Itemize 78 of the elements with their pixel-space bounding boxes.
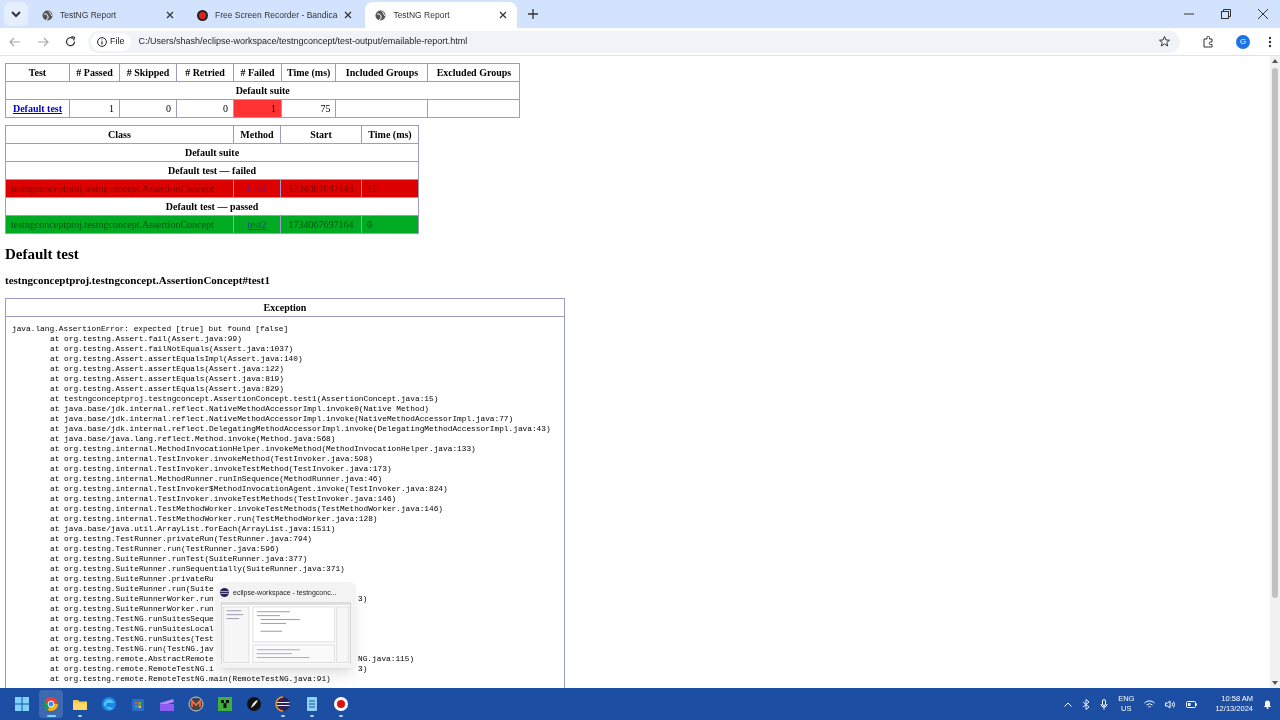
bookmark-star-icon[interactable] — [1159, 36, 1170, 47]
record-icon — [197, 9, 208, 21]
tab-title: Free Screen Recorder - Bandica — [215, 8, 338, 22]
eclipse-icon — [220, 588, 229, 598]
running-indicator — [281, 715, 285, 717]
wifi-icon[interactable] — [1144, 699, 1156, 709]
close-icon[interactable] — [166, 11, 174, 19]
pixel-face-icon — [216, 695, 234, 713]
quill-icon — [245, 695, 263, 713]
record-icon — [332, 695, 350, 713]
running-indicator — [78, 715, 82, 717]
table-cell: 0 — [176, 99, 234, 118]
table-cell: testngconceptproj.testngconcept.AssertionConcept — [5, 179, 234, 198]
column-header: Test — [5, 63, 70, 82]
column-header: # Passed — [69, 63, 120, 82]
table-cell: 1734067697164 — [280, 215, 362, 234]
column-header: # Skipped — [119, 63, 177, 82]
close-icon[interactable] — [499, 11, 508, 19]
speaker-icon[interactable] — [1165, 699, 1177, 709]
column-header: Time (ms) — [281, 63, 336, 82]
suite-header: Default suite — [5, 143, 419, 162]
browser-tab[interactable]: TestNG Report — [365, 2, 518, 28]
new-tab-icon[interactable] — [528, 9, 539, 19]
close-icon[interactable] — [344, 11, 353, 19]
column-header: Excluded Groups — [427, 63, 520, 82]
address-bar[interactable]: File C:/Users/shash/eclipse-workspace/testngconcept/test-output/emailable-report.html — [88, 30, 1180, 53]
profile-avatar[interactable]: G — [1236, 34, 1250, 49]
table-cell: 75 — [281, 99, 336, 118]
chevron-up-icon[interactable] — [1064, 701, 1073, 707]
table-cell: 1734067697143 — [280, 179, 362, 198]
section-heading: Default test — [5, 245, 80, 264]
browser-tab[interactable]: TestNG Report — [32, 2, 184, 28]
running-indicator — [46, 715, 56, 717]
battery-icon[interactable] — [1186, 700, 1198, 708]
site-info-chip[interactable]: File — [91, 32, 131, 51]
column-header: Start — [280, 125, 362, 144]
maximize-icon[interactable] — [1221, 9, 1231, 19]
globe-icon — [42, 9, 53, 21]
exception-header: Exception — [6, 299, 564, 317]
notification-bell-icon[interactable] — [1263, 699, 1272, 709]
suite-header: Default suite — [5, 81, 520, 100]
tab-title: TestNG Report — [60, 8, 118, 22]
table-cell: 1 — [69, 99, 120, 118]
extensions-icon[interactable] — [1202, 35, 1214, 48]
windows-start-icon — [13, 695, 31, 713]
running-indicator — [310, 715, 314, 717]
browser-tab[interactable]: Free Screen Recorder - Bandica — [187, 2, 363, 28]
group-header: Default test — failed — [5, 161, 419, 180]
url-text: C:/Users/shash/eclipse-workspace/testngconcept/test-output/emailable-report.html — [138, 34, 468, 48]
m-app-icon — [187, 695, 205, 713]
table-cell: 0 — [119, 99, 177, 118]
microphone-icon[interactable] — [1100, 698, 1109, 710]
more-menu-icon[interactable] — [1268, 35, 1272, 48]
bluetooth-icon[interactable] — [1082, 698, 1091, 710]
globe-icon — [375, 9, 387, 21]
group-header: Default test — passed — [5, 197, 419, 216]
eclipse-icon — [274, 695, 292, 713]
tab-title: TestNG Report — [393, 8, 451, 22]
column-header: Method — [233, 125, 281, 144]
column-header: # Failed — [233, 63, 282, 82]
column-header: Included Groups — [335, 63, 428, 82]
scroll-up-icon[interactable] — [1272, 59, 1278, 63]
edge-icon — [100, 695, 118, 713]
table-cell: 15 — [361, 179, 419, 198]
method-heading: testngconceptproj.testngconcept.AssertionConcept#test1 — [5, 273, 271, 287]
info-icon — [97, 36, 107, 47]
tab-search-icon[interactable] — [4, 2, 28, 26]
column-header: Class — [5, 125, 234, 144]
scroll-down-icon[interactable] — [1272, 681, 1278, 685]
column-header: Time (ms) — [361, 125, 419, 144]
scrollbar-thumb[interactable] — [1272, 68, 1278, 598]
column-header: # Retried — [176, 63, 234, 82]
table-cell: testngconceptproj.testngconcept.AssertionConcept — [5, 215, 234, 234]
close-icon[interactable] — [1258, 9, 1268, 19]
chrome-icon — [42, 695, 60, 713]
reload-icon[interactable] — [65, 36, 76, 47]
running-indicator — [339, 715, 343, 717]
scrollbar[interactable] — [1270, 56, 1280, 688]
